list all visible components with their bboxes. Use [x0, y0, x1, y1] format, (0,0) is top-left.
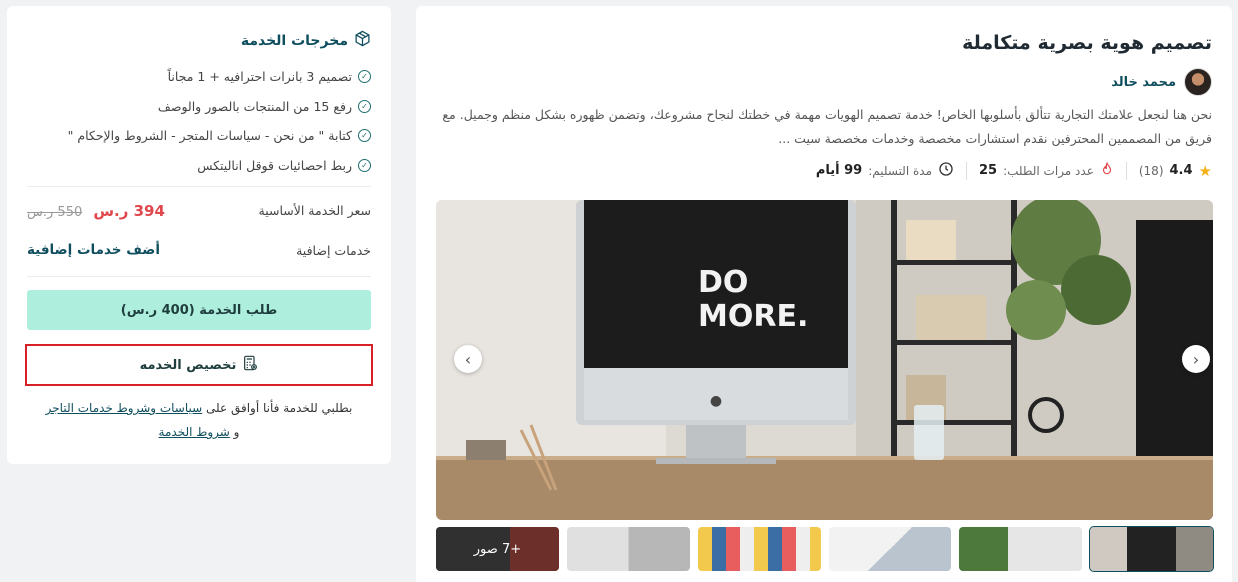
thumbnail[interactable] [1089, 526, 1214, 572]
thumbnail[interactable] [566, 527, 690, 571]
order-sidebar: مخرجات الخدمة ✓ تصميم 3 بانرات احترافيه +… [7, 6, 391, 464]
orders-count: عدد مرات الطلب: 25 [979, 161, 1114, 180]
clock-icon [938, 161, 954, 180]
price-old: 550 ر.س [27, 204, 83, 220]
check-circle-icon: ✓ [358, 99, 371, 113]
thumbnail[interactable] [828, 527, 952, 571]
outputs-title: مخرجات الخدمة [240, 32, 348, 49]
list-item: ✓ تصميم 3 بانرات احترافيه + 1 مجاناً [68, 62, 371, 92]
calculator-icon [242, 355, 258, 375]
gallery-next-button[interactable]: › [1182, 345, 1210, 373]
more-photos-overlay: +7 صور [436, 527, 559, 571]
svg-text:●: ● [710, 393, 722, 409]
gallery-prev-button[interactable]: ‹ [454, 345, 482, 373]
base-price-row: سعر الخدمة الأساسية 394 ر.س 550 ر.س [27, 200, 371, 220]
service-terms-link[interactable]: شروط الخدمة [159, 425, 230, 439]
check-circle-icon: ✓ [358, 129, 371, 143]
gallery-thumbnails: +7 صور [436, 526, 1214, 572]
extras-row: خدمات إضافية أضف خدمات إضافية [27, 240, 371, 260]
price-new: 394 ر.س [93, 201, 165, 220]
image-text-line2: MORE. [698, 299, 808, 334]
terms-notice: بطلبي للخدمة فأنا أوافق على سياسات وشروط… [45, 401, 353, 439]
check-circle-icon: ✓ [358, 158, 371, 172]
divider [27, 186, 371, 187]
seller-name[interactable]: محمد خالد [1111, 75, 1176, 90]
list-item: ✓ كتابة " من نحن - سياسات المتجر - الشروط… [68, 121, 371, 151]
page-title: تصميم هوية بصرية متكاملة [962, 32, 1212, 54]
divider [1125, 161, 1127, 180]
base-price-label: سعر الخدمة الأساسية [258, 202, 372, 218]
customize-service-button[interactable]: تخصيص الخدمه [25, 344, 373, 386]
price-block: 394 ر.س 550 ر.س [27, 201, 165, 220]
flame-icon [1100, 161, 1114, 180]
order-service-button[interactable]: طلب الخدمة (400 ر.س) [27, 290, 371, 330]
service-details: تصميم هوية بصرية متكاملة محمد خالد نحن ه… [416, 6, 1232, 582]
add-extras-link[interactable]: أضف خدمات إضافية [27, 242, 160, 258]
box-icon [354, 30, 371, 51]
merchant-terms-link[interactable]: سياسات وشروط خدمات التاجر [46, 401, 203, 415]
divider [966, 161, 968, 180]
outputs-header: مخرجات الخدمة [241, 30, 371, 51]
seller-info[interactable]: محمد خالد [1111, 68, 1212, 96]
delivery-time: مدة التسليم: 99 أيام [816, 161, 954, 180]
outputs-list: ✓ تصميم 3 بانرات احترافيه + 1 مجاناً ✓ رفع… [68, 62, 371, 180]
divider [27, 276, 371, 277]
thumbnail[interactable] [697, 527, 821, 571]
chevron-left-icon: ‹ [464, 349, 472, 369]
gallery-main-image[interactable]: ● DO MORE. ‹ › [436, 200, 1213, 520]
thumbnail[interactable] [959, 527, 1083, 571]
star-icon: ★ [1198, 161, 1212, 180]
extras-label: خدمات إضافية [296, 242, 371, 258]
service-stats: ★ 4.4 (18) عدد مرات الطلب: 25 مدة التسلي… [816, 161, 1212, 180]
list-item: ✓ ربط احصائيات قوقل اناليتكس [68, 151, 371, 181]
customize-label: تخصيص الخدمه [139, 357, 237, 373]
avatar[interactable] [1184, 68, 1212, 96]
service-description: نحن هنا لنجعل علامتك التجارية تتألق بأسل… [442, 107, 1212, 146]
thumbnail-more[interactable]: +7 صور [436, 527, 559, 571]
chevron-right-icon: › [1192, 349, 1200, 369]
desk-photo: ● DO MORE. [436, 200, 1213, 520]
list-item: ✓ رفع 15 من المنتجات بالصور والوصف [68, 92, 371, 122]
check-circle-icon: ✓ [358, 70, 371, 84]
image-text-line1: DO [698, 265, 748, 300]
rating: ★ 4.4 (18) [1138, 161, 1212, 180]
